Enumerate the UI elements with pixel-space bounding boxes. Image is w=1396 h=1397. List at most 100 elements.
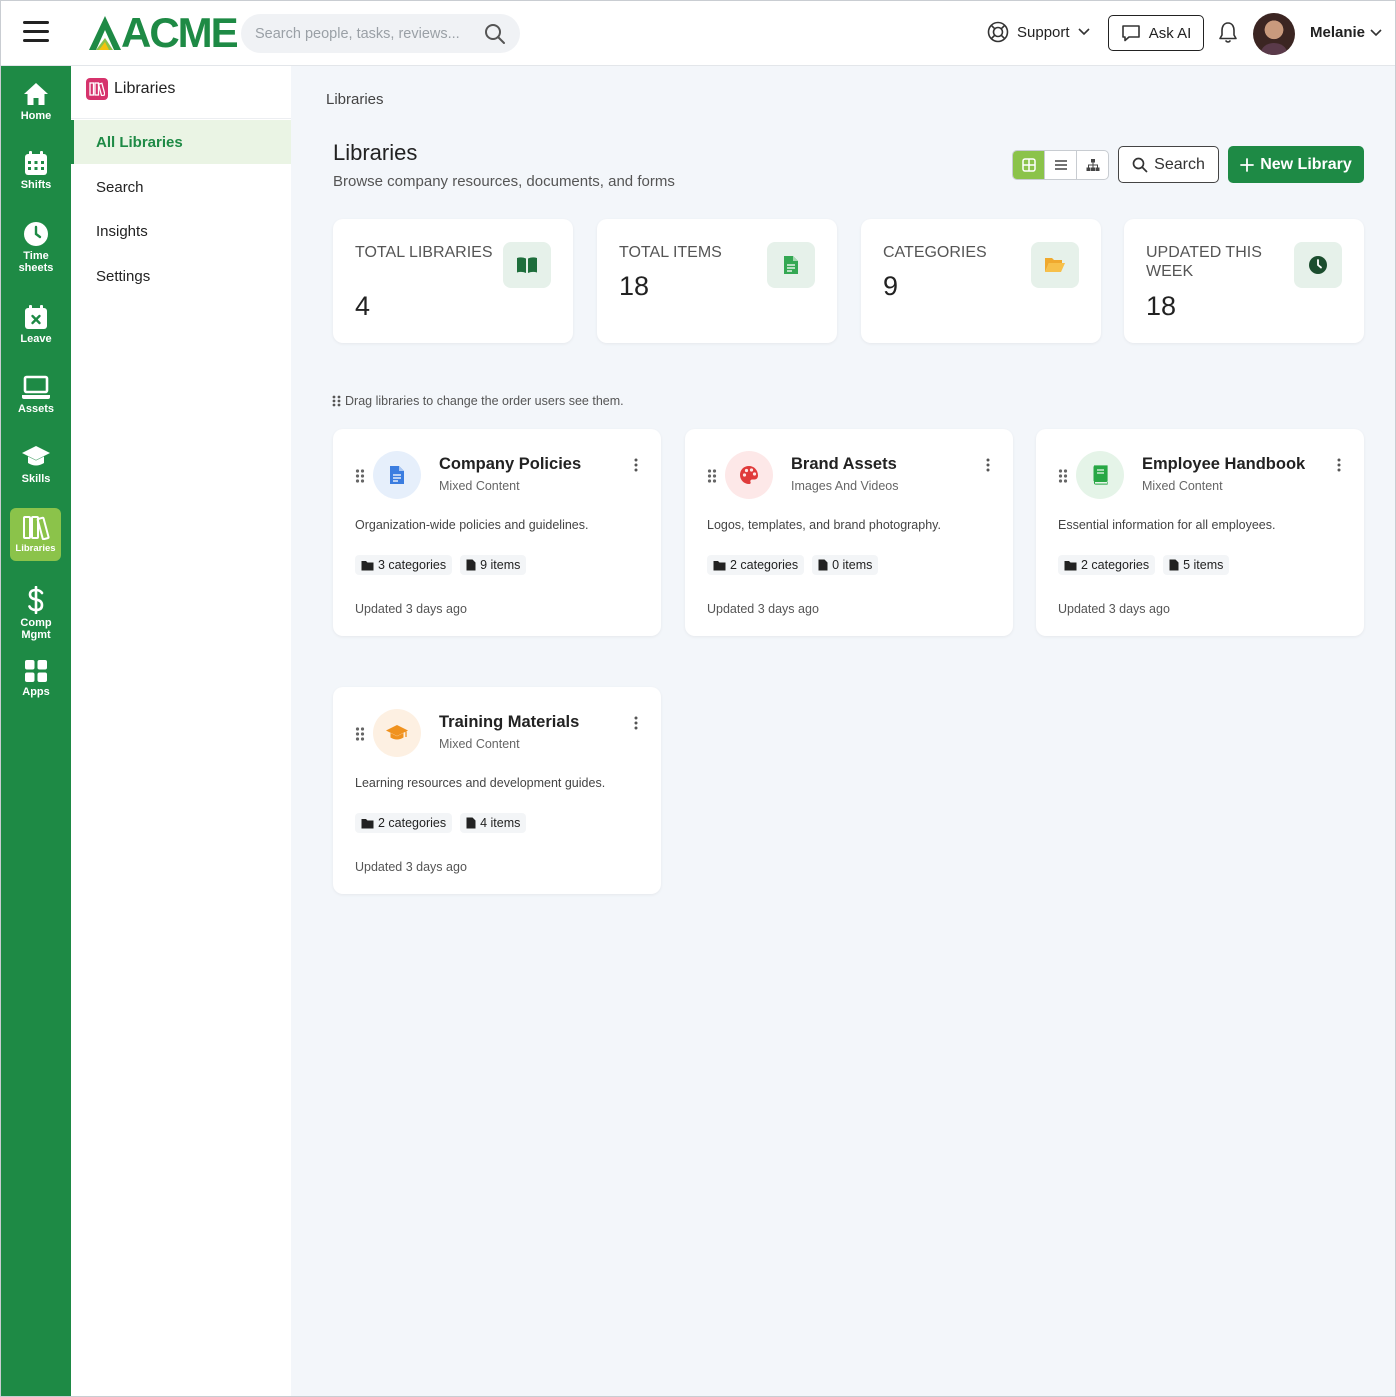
rail-label: Skills: [21, 473, 51, 485]
clock-icon: [1294, 242, 1342, 288]
folder-icon: [713, 560, 726, 570]
library-description: Logos, templates, and brand photography.: [707, 518, 941, 532]
drag-handle-icon[interactable]: [355, 727, 365, 741]
file-icon: [818, 559, 828, 571]
library-tags: 3 categories 9 items: [355, 555, 527, 575]
tree-view-button[interactable]: [1077, 151, 1108, 179]
categories-count: 2 categories: [1081, 558, 1150, 572]
drag-handle-icon[interactable]: [355, 469, 365, 483]
book-open-icon: [503, 242, 551, 288]
library-tags: 2 categories 0 items: [707, 555, 879, 575]
folder-icon: [1064, 560, 1077, 570]
rail-item-apps[interactable]: Apps: [1, 659, 71, 698]
libraries-badge-icon: [86, 78, 108, 100]
search-icon: [1132, 157, 1148, 172]
rail-item-home[interactable]: Home: [1, 81, 71, 122]
kebab-menu-icon[interactable]: [633, 457, 639, 473]
rail-item-shifts[interactable]: Shifts: [1, 150, 71, 191]
palette-icon: [725, 451, 773, 499]
graduation-cap-icon: [373, 709, 421, 757]
stat-updated-this-week: UPDATED THIS WEEK 18: [1124, 219, 1364, 343]
home-icon: [24, 83, 48, 105]
subnav-title: Libraries: [114, 80, 176, 97]
rail-item-skills[interactable]: Skills: [1, 444, 71, 485]
support-menu[interactable]: Support: [987, 21, 1090, 43]
rail-label: Time sheets: [18, 250, 54, 274]
hamburger-menu-icon[interactable]: [23, 21, 49, 43]
rail-item-assets[interactable]: Assets: [1, 374, 71, 415]
library-card[interactable]: Employee Handbook Mixed Content Essentia…: [1036, 429, 1364, 636]
stat-label: TOTAL ITEMS: [619, 244, 722, 261]
chevron-down-icon: [1077, 28, 1090, 36]
rail-item-time-sheets[interactable]: Time sheets: [1, 221, 71, 274]
support-label: Support: [1017, 23, 1070, 41]
library-card[interactable]: Brand Assets Images And Videos Logos, te…: [685, 429, 1013, 636]
library-title[interactable]: Training Materials: [439, 713, 579, 732]
user-avatar[interactable]: [1253, 13, 1295, 55]
categories-tag: 2 categories: [355, 813, 453, 833]
kebab-menu-icon[interactable]: [985, 457, 991, 473]
subnav-item-insights[interactable]: Insights: [71, 209, 291, 253]
logo-mark-icon: [89, 16, 121, 50]
new-library-button[interactable]: New Library: [1228, 146, 1364, 183]
library-card[interactable]: Training Materials Mixed Content Learnin…: [333, 687, 661, 894]
drag-hint: Drag libraries to change the order users…: [332, 394, 624, 408]
divider: [71, 118, 291, 119]
view-toggle: [1012, 150, 1109, 180]
rail-item-comp-mgmt[interactable]: Comp Mgmt: [1, 586, 71, 641]
rail-item-leave[interactable]: Leave: [1, 304, 71, 345]
library-description: Organization-wide policies and guideline…: [355, 518, 589, 532]
subnav-label: Insights: [96, 222, 148, 240]
global-search[interactable]: [241, 14, 520, 53]
stat-value: 4: [355, 291, 371, 321]
rail-item-libraries[interactable]: Libraries: [10, 508, 61, 561]
breadcrumb[interactable]: Libraries: [326, 91, 384, 108]
list-view-icon: [1054, 160, 1067, 170]
folder-icon: [361, 560, 374, 570]
library-type: Mixed Content: [439, 479, 520, 493]
library-title[interactable]: Employee Handbook: [1142, 455, 1305, 474]
stat-label: CATEGORIES: [883, 244, 987, 261]
subnav-label: All Libraries: [96, 133, 183, 151]
library-type: Mixed Content: [1142, 479, 1223, 493]
rail-label: Comp Mgmt: [20, 617, 52, 641]
categories-count: 2 categories: [730, 558, 799, 572]
page-title: Libraries: [333, 140, 418, 165]
user-menu[interactable]: Melanie: [1310, 24, 1382, 41]
drag-handle-icon[interactable]: [1058, 469, 1068, 483]
library-search-button[interactable]: Search: [1118, 146, 1219, 183]
library-description: Learning resources and development guide…: [355, 776, 606, 790]
bell-icon[interactable]: [1217, 21, 1239, 45]
categories-count: 3 categories: [378, 558, 447, 572]
drag-handle-icon[interactable]: [707, 469, 717, 483]
grid-view-icon: [1021, 158, 1036, 172]
library-tags: 2 categories 4 items: [355, 813, 527, 833]
subnav-item-settings[interactable]: Settings: [71, 254, 291, 298]
dollar-icon: [28, 586, 44, 614]
subnav-item-search[interactable]: Search: [71, 165, 291, 209]
list-view-button[interactable]: [1045, 151, 1077, 179]
library-updated: Updated 3 days ago: [355, 602, 467, 616]
global-search-input[interactable]: [255, 25, 475, 42]
app-frame: ACME Support Ask AI Melanie Home S: [0, 0, 1396, 1397]
library-card[interactable]: Company Policies Mixed Content Organizat…: [333, 429, 661, 636]
file-icon: [466, 817, 476, 829]
search-icon[interactable]: [484, 23, 506, 45]
library-updated: Updated 3 days ago: [707, 602, 819, 616]
kebab-menu-icon[interactable]: [1336, 457, 1342, 473]
rail-label: Shifts: [20, 179, 52, 191]
acme-logo[interactable]: ACME: [89, 9, 239, 56]
library-title[interactable]: Brand Assets: [791, 455, 897, 474]
logo-text: ACME: [121, 9, 239, 56]
grid-view-button[interactable]: [1013, 151, 1045, 179]
clock-icon: [24, 222, 48, 246]
library-title[interactable]: Company Policies: [439, 455, 581, 474]
subnav-item-all-libraries[interactable]: All Libraries: [71, 120, 291, 164]
ask-ai-button[interactable]: Ask AI: [1108, 15, 1204, 51]
calendar-icon: [25, 151, 47, 175]
drag-hint-text: Drag libraries to change the order users…: [345, 394, 624, 408]
libraries-subnav: Libraries All Libraries Search Insights …: [71, 66, 291, 1396]
kebab-menu-icon[interactable]: [633, 715, 639, 731]
plus-icon: [1240, 157, 1255, 172]
subnav-label: Search: [96, 178, 144, 196]
